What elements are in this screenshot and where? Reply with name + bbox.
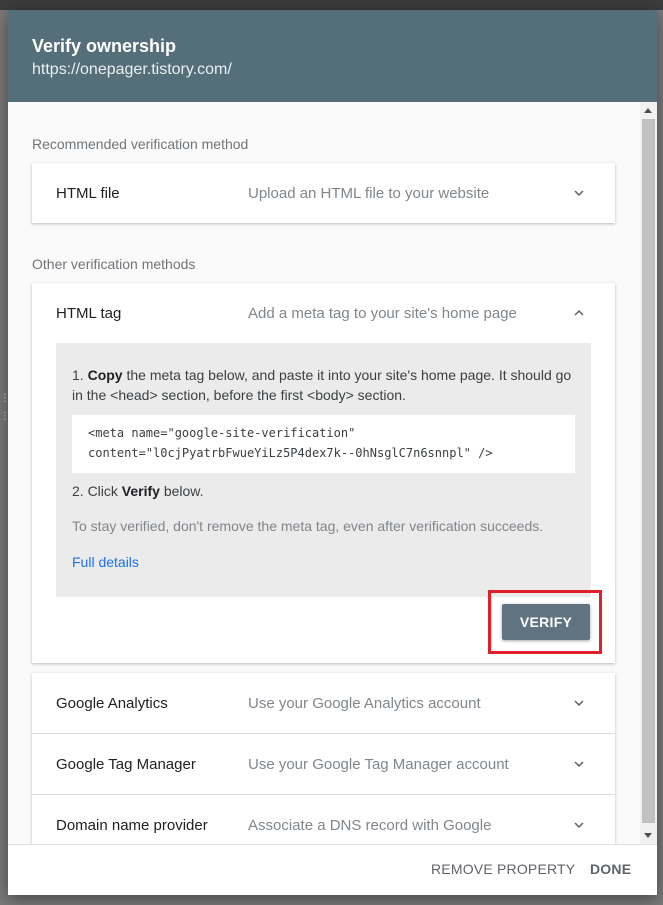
method-card-list: Google Analytics Use your Google Analyti… [32, 673, 615, 844]
method-title: HTML tag [56, 304, 122, 322]
chevron-down-icon[interactable] [570, 184, 588, 202]
scroll-up-arrow-icon[interactable] [644, 108, 652, 113]
other-section-label: Other verification methods [32, 256, 196, 272]
chevron-down-icon[interactable] [570, 816, 588, 834]
verify-ownership-dialog: Verify ownership https://onepager.tistor… [8, 10, 657, 895]
property-url: https://onepager.tistory.com/ [32, 61, 232, 78]
step-2-text: 2. Click Verify below. [72, 483, 204, 499]
meta-tag-line-1: <meta name="google-site-verification" [88, 426, 356, 440]
chevron-up-icon[interactable] [570, 304, 588, 322]
method-title: HTML file [56, 184, 120, 202]
method-title: Google Tag Manager [56, 755, 196, 773]
meta-tag-line-2: content="l0cjPyatrbFwueYiLz5P4dex7k--0hN… [88, 446, 493, 460]
method-description: Use your Google Analytics account [248, 694, 481, 712]
remove-property-button[interactable]: REMOVE PROPERTY [431, 861, 575, 877]
html-tag-instructions: 1. Copy the meta tag below, and paste it… [56, 343, 591, 597]
method-title: Domain name provider [56, 816, 208, 834]
method-row-html-tag[interactable]: HTML tag Add a meta tag to your site's h… [32, 283, 615, 343]
dialog-footer: REMOVE PROPERTY DONE [8, 844, 657, 895]
method-row-html-file[interactable]: HTML file Upload an HTML file to your we… [32, 163, 615, 223]
dialog-title: Verify ownership [32, 36, 177, 56]
method-row-google-tag-manager[interactable]: Google Tag Manager Use your Google Tag M… [32, 734, 615, 794]
method-row-domain-provider[interactable]: Domain name provider Associate a DNS rec… [32, 795, 615, 844]
method-description: Associate a DNS record with Google [248, 816, 492, 834]
verification-note: To stay verified, don't remove the meta … [72, 518, 544, 534]
method-description: Add a meta tag to your site's home page [248, 304, 517, 322]
done-button[interactable]: DONE [590, 861, 631, 877]
method-description: Upload an HTML file to your website [248, 184, 490, 202]
verify-button[interactable]: VERIFY [502, 604, 590, 640]
chevron-down-icon[interactable] [570, 755, 588, 773]
scroll-down-arrow-icon[interactable] [644, 833, 652, 838]
method-card-html-tag: HTML tag Add a meta tag to your site's h… [32, 283, 615, 663]
chevron-down-icon[interactable] [570, 694, 588, 712]
method-card-html-file: HTML file Upload an HTML file to your we… [32, 163, 615, 223]
scroll-thumb[interactable] [642, 119, 655, 823]
dialog-header: Verify ownership https://onepager.tistor… [8, 10, 657, 102]
dialog-scrollbar[interactable] [640, 102, 657, 844]
method-description: Use your Google Tag Manager account [248, 755, 509, 773]
full-details-link[interactable]: Full details [72, 552, 139, 572]
method-row-google-analytics[interactable]: Google Analytics Use your Google Analyti… [32, 673, 615, 733]
recommended-section-label: Recommended verification method [32, 136, 249, 152]
method-title: Google Analytics [56, 694, 168, 712]
step-1-text: 1. Copy the meta tag below, and paste it… [72, 367, 572, 403]
backdrop-overflow-dots: ⋮ ⋮ [0, 393, 10, 422]
dialog-content: Recommended verification method HTML fil… [8, 102, 657, 844]
meta-tag-code-box[interactable]: <meta name="google-site-verification" con… [72, 415, 575, 473]
backdrop-top-bar [0, 0, 663, 10]
